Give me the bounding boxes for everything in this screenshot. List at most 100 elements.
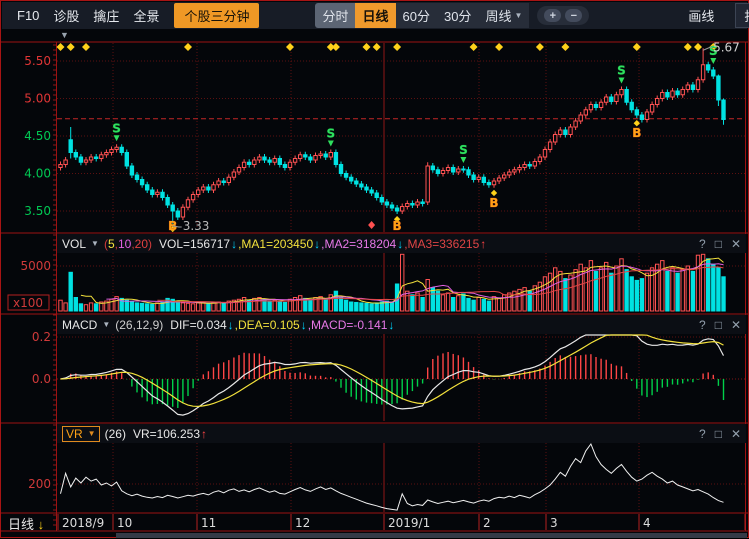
axis-label: 0.0 <box>32 372 51 386</box>
arrow-down-icon: ↓ <box>314 237 320 251</box>
macd-params: (26,12,9) <box>115 318 163 332</box>
macd-window-icons: ? □ ✕ <box>699 318 741 332</box>
zoom-out-button[interactable]: − <box>565 9 582 22</box>
maximize-icon[interactable]: □ <box>715 237 722 251</box>
stock-chart-window: F10 诊股 擒庄 全景 个股三分钟 分时 日线 60分 30分 周线 ▼ + … <box>0 0 749 538</box>
panorama-button[interactable]: 全景 <box>126 3 166 28</box>
close-icon[interactable]: ✕ <box>731 427 741 441</box>
vol-value: ,MA2=318204 <box>321 237 396 251</box>
time-axis-label: 12 <box>295 516 310 530</box>
vr-value: VR=106.253 <box>133 427 200 441</box>
axis-label: 4.00 <box>24 167 51 181</box>
macd-plot[interactable] <box>57 334 745 421</box>
stock-3min-button[interactable]: 个股三分钟 <box>174 3 259 28</box>
time-axis-label: 11 <box>201 516 216 530</box>
vol-title: VOL <box>62 237 86 251</box>
vr-params: (26) <box>105 427 126 441</box>
chevron-down-icon: ▼ <box>88 429 96 438</box>
vol-indicator-selector[interactable]: VOL ▼ <box>62 237 99 251</box>
arrow-up-icon: ↑ <box>201 427 207 441</box>
vr-title: VR <box>66 427 83 441</box>
axis-label: x100 <box>13 296 43 310</box>
close-icon[interactable]: ✕ <box>731 318 741 332</box>
axis-label: 200 <box>28 477 51 491</box>
vr-indicator-selector[interactable]: VR ▼ <box>62 426 100 442</box>
chevron-down-icon: ▼ <box>514 11 522 20</box>
close-icon[interactable]: ✕ <box>731 237 741 251</box>
time-axis-label: 4 <box>643 516 651 530</box>
vr-panel-header: VR ▼ (26) VR=106.253↑ ? □ ✕ <box>57 424 746 443</box>
period-intraday-button[interactable]: 分时 <box>315 3 355 28</box>
period-30min-button[interactable]: 30分 <box>437 3 478 28</box>
macd-indicator-selector[interactable]: MACD ▼ <box>62 318 110 332</box>
time-axis-label: 2 <box>483 516 491 530</box>
zoom-in-button[interactable]: + <box>544 9 561 22</box>
period-60min-button[interactable]: 60分 <box>396 3 437 28</box>
macd-value: ,MACD=-0.141 <box>308 318 388 332</box>
index-overlay-button[interactable]: 指数叠加 ▼ <box>735 3 749 28</box>
period-weekly-label: 周线 <box>485 6 511 25</box>
time-axis-label: 10 <box>117 516 132 530</box>
chevron-down-icon: ▼ <box>102 320 110 329</box>
vr-window-icons: ? □ ✕ <box>699 427 741 441</box>
zoom-controls: + − <box>537 6 589 25</box>
vol-params: (5,10,20) <box>104 237 152 251</box>
vol-param: ) <box>148 237 152 251</box>
index-overlay-label: 指数叠加 <box>744 6 749 25</box>
arrow-down-icon: ↓ <box>397 237 403 251</box>
vol-value: ,MA1=203450 <box>238 237 313 251</box>
period-switcher: 分时 日线 60分 30分 周线 ▼ <box>315 3 529 28</box>
diagnose-stock-button[interactable]: 诊股 <box>46 3 86 28</box>
bottom-period-label: 日线 <box>8 517 34 532</box>
arrow-down-icon: ↓ <box>228 318 234 332</box>
vol-values: VOL=156717↓,MA1=203450↓,MA2=318204↓,MA3=… <box>158 237 486 251</box>
vol-param: 20 <box>135 237 148 251</box>
help-icon[interactable]: ? <box>699 427 706 441</box>
maximize-icon[interactable]: □ <box>715 318 722 332</box>
vol-param: 10 <box>118 237 131 251</box>
vol-window-icons: ? □ ✕ <box>699 237 741 251</box>
axis-label: 5.50 <box>24 54 51 68</box>
arrow-down-icon: ↓ <box>231 237 237 251</box>
arrow-down-icon: ↓ <box>301 318 307 332</box>
period-weekly-button[interactable]: 周线 ▼ <box>478 3 529 28</box>
top-toolbar: F10 诊股 擒庄 全景 个股三分钟 分时 日线 60分 30分 周线 ▼ + … <box>2 2 747 29</box>
help-icon[interactable]: ? <box>699 237 706 251</box>
macd-param: (26,12,9) <box>115 318 163 332</box>
f10-button[interactable]: F10 <box>10 5 46 26</box>
vr-plot[interactable] <box>57 443 745 512</box>
vol-panel-header: VOL ▼ (5,10,20) VOL=156717↓,MA1=203450↓,… <box>57 234 746 253</box>
draw-line-button[interactable]: 画线 <box>681 3 721 28</box>
main-chart-plot[interactable] <box>57 43 745 232</box>
time-axis-label: 3 <box>550 516 558 530</box>
vr-param: (26) <box>105 427 126 441</box>
vol-value: ,MA3=336215 <box>404 237 479 251</box>
macd-panel-header: MACD ▼ (26,12,9) DIF=0.034↓,DEA=0.105↓,M… <box>57 315 746 334</box>
arrow-down-icon: ↓ <box>38 517 45 532</box>
axis-label: 5.00 <box>24 92 51 106</box>
vol-value: VOL=156717 <box>159 237 230 251</box>
vol-plot[interactable] <box>57 253 745 311</box>
bottom-period-selector[interactable]: 日线 ↓ <box>8 514 44 533</box>
chart-canvas: 5.505.004.504.003.5050000.20.0200x100201… <box>1 1 749 539</box>
arrow-down-icon: ↓ <box>388 318 394 332</box>
macd-values: DIF=0.034↓,DEA=0.105↓,MACD=-0.141↓ <box>169 318 394 332</box>
arrow-up-icon: ↑ <box>480 237 486 251</box>
macd-value: ,DEA=0.105 <box>235 318 300 332</box>
time-axis-label: 2018/9 <box>62 516 104 530</box>
time-axis-label: 2019/1 <box>388 516 430 530</box>
axis-label: 3.50 <box>24 204 51 218</box>
axis-label: 0.2 <box>32 330 51 344</box>
main-indicator-dropdown-icon[interactable]: ▼ <box>60 30 69 40</box>
chevron-down-icon: ▼ <box>91 239 99 248</box>
axis-label: 4.50 <box>24 129 51 143</box>
catch-banker-button[interactable]: 擒庄 <box>86 3 126 28</box>
horizontal-scrollbar[interactable] <box>116 533 747 538</box>
maximize-icon[interactable]: □ <box>715 427 722 441</box>
vol-param: 5 <box>108 237 115 251</box>
period-daily-button[interactable]: 日线 <box>355 3 395 28</box>
help-icon[interactable]: ? <box>699 318 706 332</box>
vr-values: VR=106.253↑ <box>132 427 207 441</box>
macd-title: MACD <box>62 318 97 332</box>
macd-value: DIF=0.034 <box>170 318 226 332</box>
